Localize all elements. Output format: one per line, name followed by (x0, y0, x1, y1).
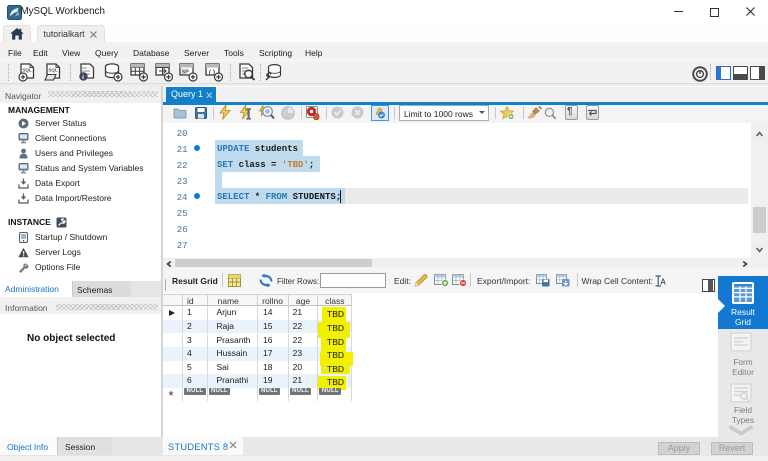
svg-text:SP: SP (182, 70, 190, 76)
svg-text:i: i (82, 74, 84, 81)
svg-text:SQL: SQL (48, 68, 58, 73)
svg-text:SQL: SQL (22, 68, 32, 73)
svg-text:A: A (660, 278, 666, 287)
